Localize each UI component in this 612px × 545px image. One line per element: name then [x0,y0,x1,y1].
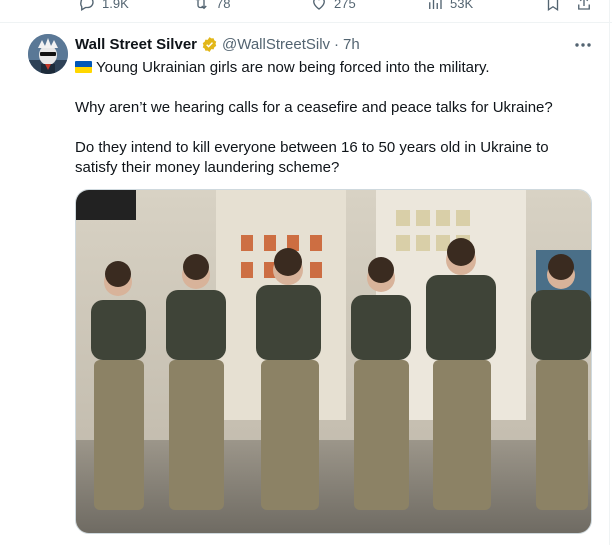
previous-tweet-action-bar: 1.9K 78 275 53K [0,0,612,22]
author-avatar[interactable] [28,34,68,74]
like-count: 275 [334,0,356,11]
bookmark-button[interactable] [544,0,562,12]
views-count: 53K [450,0,474,11]
ukraine-flag-icon [75,61,92,73]
reply-count: 1.9K [102,0,129,11]
author-name[interactable]: Wall Street Silver [75,36,197,53]
share-button[interactable] [575,0,593,12]
verified-badge[interactable] [201,36,218,53]
tweet-header: Wall Street Silver @WallStreetSilv · 7h [75,36,360,53]
more-icon [575,43,591,47]
tweet-line-1: Young Ukrainian girls are now being forc… [96,59,490,76]
timeline-border [609,0,610,545]
tweet-divider [0,22,612,23]
share-icon [578,0,590,10]
tweet-line-2: Why aren’t we hearing calls for a ceasef… [75,99,553,116]
tweet-text: Young Ukrainian girls are now being forc… [75,58,595,178]
more-options-button[interactable] [572,36,594,54]
reply-action[interactable]: 1.9K [78,0,129,12]
verified-badge-icon [202,37,217,52]
like-action[interactable]: 275 [310,0,356,12]
retweet-count: 78 [216,0,231,11]
retweet-action[interactable]: 78 [192,0,230,12]
retweet-icon [195,0,207,10]
bookmark-icon [547,0,559,12]
tweet-photo[interactable] [75,189,592,534]
reply-icon [80,0,94,11]
tweet-timestamp[interactable]: 7h [343,36,360,53]
header-separator: · [334,36,340,53]
tweet-line-3: Do they intend to kill everyone between … [75,139,549,176]
views-action[interactable]: 53K [426,0,473,12]
avatar-image [28,34,68,74]
views-icon [429,0,442,9]
photo-content [76,190,591,533]
author-handle[interactable]: @WallStreetSilv [222,36,330,53]
like-icon [313,0,325,10]
